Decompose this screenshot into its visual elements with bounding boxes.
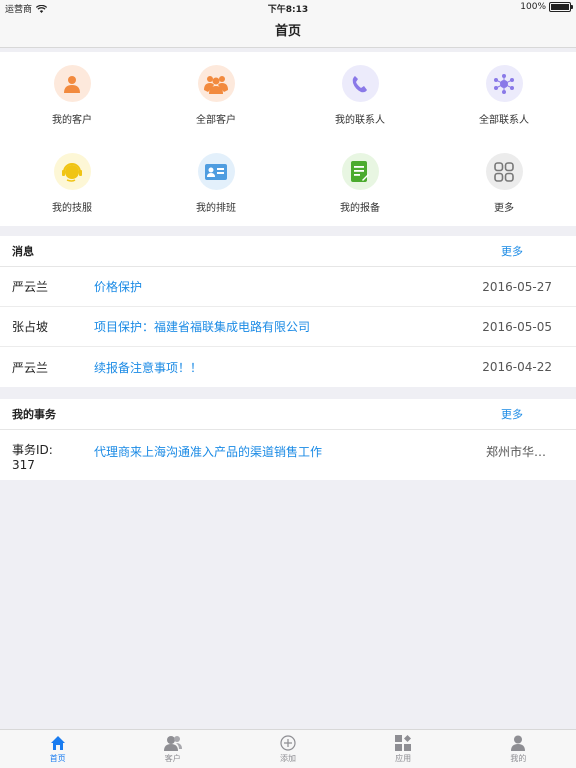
status-right: 100% — [520, 2, 573, 12]
messages-title: 消息 — [12, 245, 34, 258]
grid-item-my-customers[interactable]: 我的客户 — [0, 52, 144, 140]
tab-customers[interactable]: 客户 — [115, 730, 230, 768]
grid-item-more[interactable]: 更多 — [432, 140, 576, 226]
tab-label: 添加 — [279, 754, 296, 763]
tab-label: 首页 — [49, 754, 66, 763]
tasks-more-link[interactable]: 更多 — [501, 406, 523, 422]
network-icon — [485, 65, 523, 102]
grid-label: 我的排班 — [196, 203, 236, 214]
task-location: 郑州市华… — [486, 445, 547, 459]
tab-label: 客户 — [164, 754, 181, 763]
page-title: 首页 — [274, 24, 301, 39]
grid-icon — [485, 153, 523, 190]
grid-item-all-contacts[interactable]: 全部联系人 — [432, 52, 576, 140]
profile-icon — [511, 735, 526, 751]
tab-bar: 首页 客户 添加 应用 我的 — [0, 729, 576, 768]
message-date: 2016-04-22 — [482, 360, 552, 374]
grid-item-my-contacts[interactable]: 我的联系人 — [288, 52, 432, 140]
apps-icon — [395, 735, 412, 751]
task-row[interactable]: 事务ID: 317 代理商来上海沟通准入产品的渠道销售工作 郑州市华… — [0, 430, 576, 480]
task-id-value: 317 — [12, 458, 35, 472]
message-sender: 张占坡 — [12, 320, 49, 334]
task-id-label: 事务ID: — [12, 443, 53, 457]
battery-icon — [549, 2, 573, 12]
status-time: 下午8:13 — [267, 5, 309, 15]
grid-item-my-schedule[interactable]: 我的排班 — [144, 140, 288, 226]
grid-label: 更多 — [494, 203, 514, 214]
grid-label: 我的报备 — [340, 203, 380, 214]
tab-profile[interactable]: 我的 — [461, 730, 576, 768]
document-icon — [341, 153, 379, 190]
function-grid: 我的客户 全部客户 我的联系人 全部联系人 我的技服 我的排班 我的报备 更多 — [0, 52, 576, 226]
messages-more-link[interactable]: 更多 — [501, 243, 523, 259]
battery-percent: 100% — [520, 2, 546, 12]
customers-icon — [163, 736, 182, 751]
grid-label: 全部联系人 — [479, 115, 529, 126]
tasks-title: 我的事务 — [12, 408, 56, 421]
tab-home[interactable]: 首页 — [0, 730, 115, 768]
task-subject[interactable]: 代理商来上海沟通准入产品的渠道销售工作 — [94, 443, 322, 460]
grid-label: 我的联系人 — [335, 115, 385, 126]
tab-apps[interactable]: 应用 — [346, 730, 461, 768]
message-subject[interactable]: 续报备注意事项！！ — [94, 359, 202, 376]
message-date: 2016-05-05 — [482, 319, 552, 334]
message-row[interactable]: 严云兰 价格保护 2016-05-27 — [0, 267, 576, 307]
headset-icon — [53, 153, 91, 190]
tab-add[interactable]: 添加 — [230, 730, 345, 768]
grid-label: 我的技服 — [52, 203, 92, 214]
grid-item-all-customers[interactable]: 全部客户 — [144, 52, 288, 140]
add-icon — [280, 735, 296, 751]
grid-label: 全部客户 — [196, 115, 236, 126]
status-bar: 运营商 下午8:13 100% — [0, 0, 576, 16]
messages-header: 消息 更多 — [0, 236, 576, 267]
grid-label: 我的客户 — [52, 115, 92, 126]
message-row[interactable]: 张占坡 项目保护：福建省福联集成电路有限公司 2016-05-05 — [0, 307, 576, 347]
home-icon — [50, 736, 65, 750]
grid-item-my-reports[interactable]: 我的报备 — [288, 140, 432, 226]
tasks-header: 我的事务 更多 — [0, 399, 576, 430]
message-date: 2016-05-27 — [482, 279, 552, 294]
tasks-section: 我的事务 更多 事务ID: 317 代理商来上海沟通准入产品的渠道销售工作 郑州… — [0, 399, 576, 480]
task-id: 事务ID: 317 — [12, 443, 53, 473]
message-row[interactable]: 严云兰 续报备注意事项！！ 2016-04-22 — [0, 347, 576, 387]
message-sender: 严云兰 — [12, 360, 49, 375]
phone-icon — [341, 65, 379, 102]
nav-bar: 首页 — [0, 16, 576, 48]
tab-label: 我的 — [510, 754, 527, 763]
grid-item-my-tech-service[interactable]: 我的技服 — [0, 140, 144, 226]
people-icon — [197, 65, 235, 102]
person-icon — [53, 65, 91, 102]
id-card-icon — [197, 153, 235, 190]
message-subject[interactable]: 项目保护：福建省福联集成电路有限公司 — [94, 318, 310, 335]
tab-label: 应用 — [395, 754, 412, 763]
message-sender: 严云兰 — [12, 280, 49, 294]
message-subject[interactable]: 价格保护 — [94, 278, 142, 295]
messages-section: 消息 更多 严云兰 价格保护 2016-05-27 张占坡 项目保护：福建省福联… — [0, 236, 576, 387]
